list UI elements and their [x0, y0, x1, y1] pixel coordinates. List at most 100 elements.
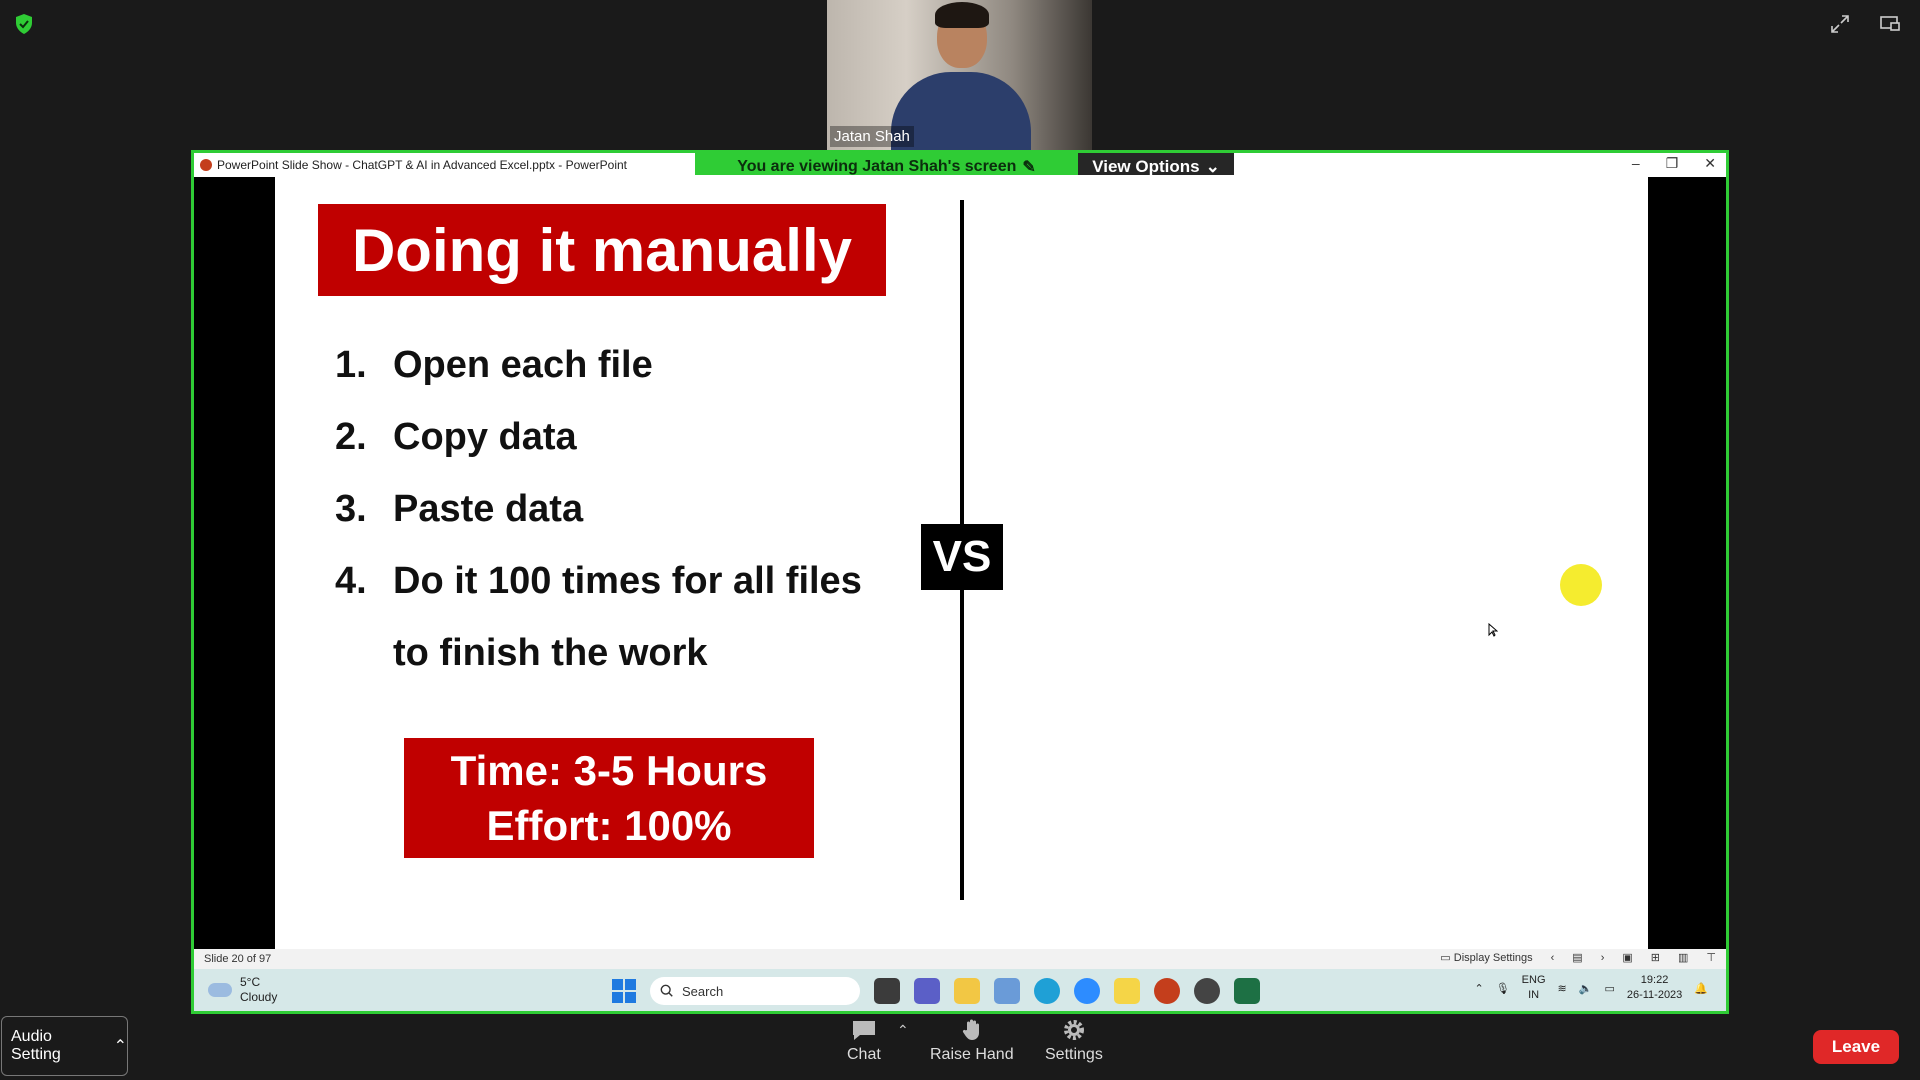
wifi-icon[interactable]: ≋ — [1558, 982, 1567, 995]
excel-icon[interactable] — [1234, 978, 1260, 1004]
viewing-banner-text: You are viewing Jatan Shah's screen — [737, 158, 1017, 175]
chat-icon — [852, 1021, 875, 1040]
task-view-icon[interactable] — [874, 978, 900, 1004]
chevron-down-icon: ⌄ — [1205, 157, 1220, 176]
audio-setting-label: Audio Setting — [11, 1028, 61, 1063]
gear-icon — [1063, 1020, 1084, 1040]
search-label: Search — [682, 983, 724, 999]
microphone-icon[interactable]: 🎙 — [1496, 982, 1510, 995]
leave-button[interactable]: Leave — [1813, 1030, 1899, 1064]
statusbar-controls: ▭ Display Settings ‹ ▤ › ▣ ⊞ ▥ ⊤ — [1440, 951, 1716, 965]
battery-icon[interactable]: ▭ — [1604, 982, 1614, 995]
notification-bell-icon[interactable]: 🔔 — [1694, 982, 1708, 995]
annotate-pen-icon[interactable]: ✎ — [1022, 157, 1035, 177]
powerpoint-icon — [200, 159, 212, 171]
settings-label: Settings — [1045, 1046, 1103, 1063]
minimize-icon[interactable]: – — [1632, 155, 1640, 172]
step-text: Copy data — [393, 416, 577, 458]
top-right-toolbar — [1828, 12, 1902, 36]
slide-counter: Slide 20 of 97 — [204, 953, 272, 965]
snipping-tool-icon[interactable] — [994, 978, 1020, 1004]
cloud-icon — [208, 983, 232, 997]
step-list: 1. Open each file 2. Copy data 3. Paste … — [335, 329, 895, 689]
chat-button[interactable]: Chat — [847, 1018, 881, 1064]
system-tray: ⌃ 🎙 ENG IN ≋ 🔈 ▭ 19:22 26-11-2023 🔔 — [1474, 973, 1708, 1003]
participant-name: Jatan Shah — [830, 126, 914, 147]
taskbar-search[interactable]: Search — [650, 977, 860, 1005]
step-number: 2. — [335, 416, 367, 458]
fullscreen-icon[interactable] — [1828, 12, 1852, 36]
shared-screen: PowerPoint Slide Show - ChatGPT & AI in … — [191, 150, 1729, 1014]
search-icon — [660, 984, 673, 997]
hand-icon — [962, 1019, 979, 1040]
slide-notes-icon[interactable]: ▤ — [1572, 951, 1582, 964]
audio-setting-button[interactable]: Audio Setting ⌃ — [1, 1016, 128, 1076]
screen-layout-icon[interactable] — [1878, 12, 1902, 36]
list-item: 2. Copy data — [335, 401, 895, 473]
taskbar-apps: Search — [612, 977, 1260, 1005]
slide-canvas: Doing it manually 1. Open each file 2. C… — [275, 175, 1648, 953]
display-settings-button[interactable]: ▭ Display Settings — [1440, 951, 1532, 964]
chevron-up-icon: ⌃ — [113, 1038, 127, 1055]
weather-widget[interactable]: 5°C Cloudy — [208, 975, 277, 1005]
language-indicator[interactable]: ENG IN — [1522, 973, 1546, 1003]
raise-hand-label: Raise Hand — [930, 1046, 1014, 1063]
slideshow-icon[interactable]: ⊤ — [1706, 951, 1716, 964]
step-number: 4. — [335, 560, 367, 602]
view-options-label: View Options — [1092, 157, 1200, 176]
next-slide-icon[interactable]: › — [1601, 952, 1605, 964]
vs-label: VS — [921, 524, 1003, 590]
list-item: 1. Open each file — [335, 329, 895, 401]
weather-text: Cloudy — [240, 990, 278, 1004]
step-number: 3. — [335, 488, 367, 530]
step-text: Paste data — [393, 488, 584, 530]
participant-video-tile[interactable]: Jatan Shah — [827, 0, 1092, 150]
normal-view-icon[interactable]: ▣ — [1622, 951, 1632, 964]
previous-slide-icon[interactable]: ‹ — [1551, 952, 1555, 964]
chat-options-chevron-icon[interactable]: ⌃ — [897, 1022, 909, 1039]
clock-time: 19:22 — [1640, 974, 1669, 986]
edge-icon[interactable] — [1034, 978, 1060, 1004]
window-controls: – ❐ ✕ — [1632, 155, 1716, 172]
step-number: 1. — [335, 344, 367, 386]
clock-date: 26-11-2023 — [1626, 989, 1683, 1001]
windows-start-icon[interactable] — [612, 979, 636, 1003]
time-effort-box: Time: 3-5 Hours Effort: 100% — [404, 738, 814, 858]
security-shield-icon[interactable] — [12, 12, 36, 36]
meeting-controls-bar: Audio Setting ⌃ Chat ⌃ Raise Hand Settin… — [0, 1016, 1920, 1080]
temperature: 5°C — [240, 975, 261, 989]
window-title: PowerPoint Slide Show - ChatGPT & AI in … — [217, 158, 627, 172]
list-item: 4. Do it 100 times for all files to fini… — [335, 545, 895, 689]
display-settings-label: Display Settings — [1453, 952, 1533, 964]
laser-pointer-dot — [1560, 564, 1602, 606]
raise-hand-button[interactable]: Raise Hand — [930, 1018, 1014, 1064]
volume-icon[interactable]: 🔈 — [1579, 982, 1593, 995]
lang-bottom: IN — [1528, 989, 1540, 1001]
close-icon[interactable]: ✕ — [1704, 155, 1716, 172]
mouse-cursor-icon — [1488, 623, 1498, 637]
chat-label: Chat — [847, 1046, 881, 1063]
step-text: Do it 100 times for all files to finish … — [393, 560, 862, 674]
powerpoint-app-icon[interactable] — [1154, 978, 1180, 1004]
teams-icon[interactable] — [914, 978, 940, 1004]
slide-sorter-icon[interactable]: ⊞ — [1651, 951, 1660, 964]
slide-title: Doing it manually — [318, 204, 886, 296]
effort-line: Effort: 100% — [486, 802, 732, 849]
settings-button[interactable]: Settings — [1045, 1018, 1103, 1064]
restore-icon[interactable]: ❐ — [1666, 155, 1679, 172]
step-text: Open each file — [393, 344, 653, 386]
list-item: 3. Paste data — [335, 473, 895, 545]
reading-view-icon[interactable]: ▥ — [1678, 951, 1688, 964]
chrome-icon[interactable] — [1194, 978, 1220, 1004]
sticky-notes-icon[interactable] — [1114, 978, 1140, 1004]
meeting-window: Jatan Shah PowerPoint Slide Show - ChatG… — [0, 0, 1920, 1080]
lang-top: ENG — [1521, 974, 1546, 986]
clock[interactable]: 19:22 26-11-2023 — [1627, 973, 1682, 1003]
file-explorer-icon[interactable] — [954, 978, 980, 1004]
participant-hair — [935, 2, 989, 28]
windows-taskbar: 5°C Cloudy Search ⌃ 🎙 ENG IN ≋ 🔈 ▭ 19:22… — [194, 969, 1726, 1011]
time-line: Time: 3-5 Hours — [450, 747, 768, 794]
show-hidden-icons-icon[interactable]: ⌃ — [1474, 982, 1483, 995]
powerpoint-statusbar: Slide 20 of 97 ▭ Display Settings ‹ ▤ › … — [194, 949, 1726, 969]
zoom-icon[interactable] — [1074, 978, 1100, 1004]
